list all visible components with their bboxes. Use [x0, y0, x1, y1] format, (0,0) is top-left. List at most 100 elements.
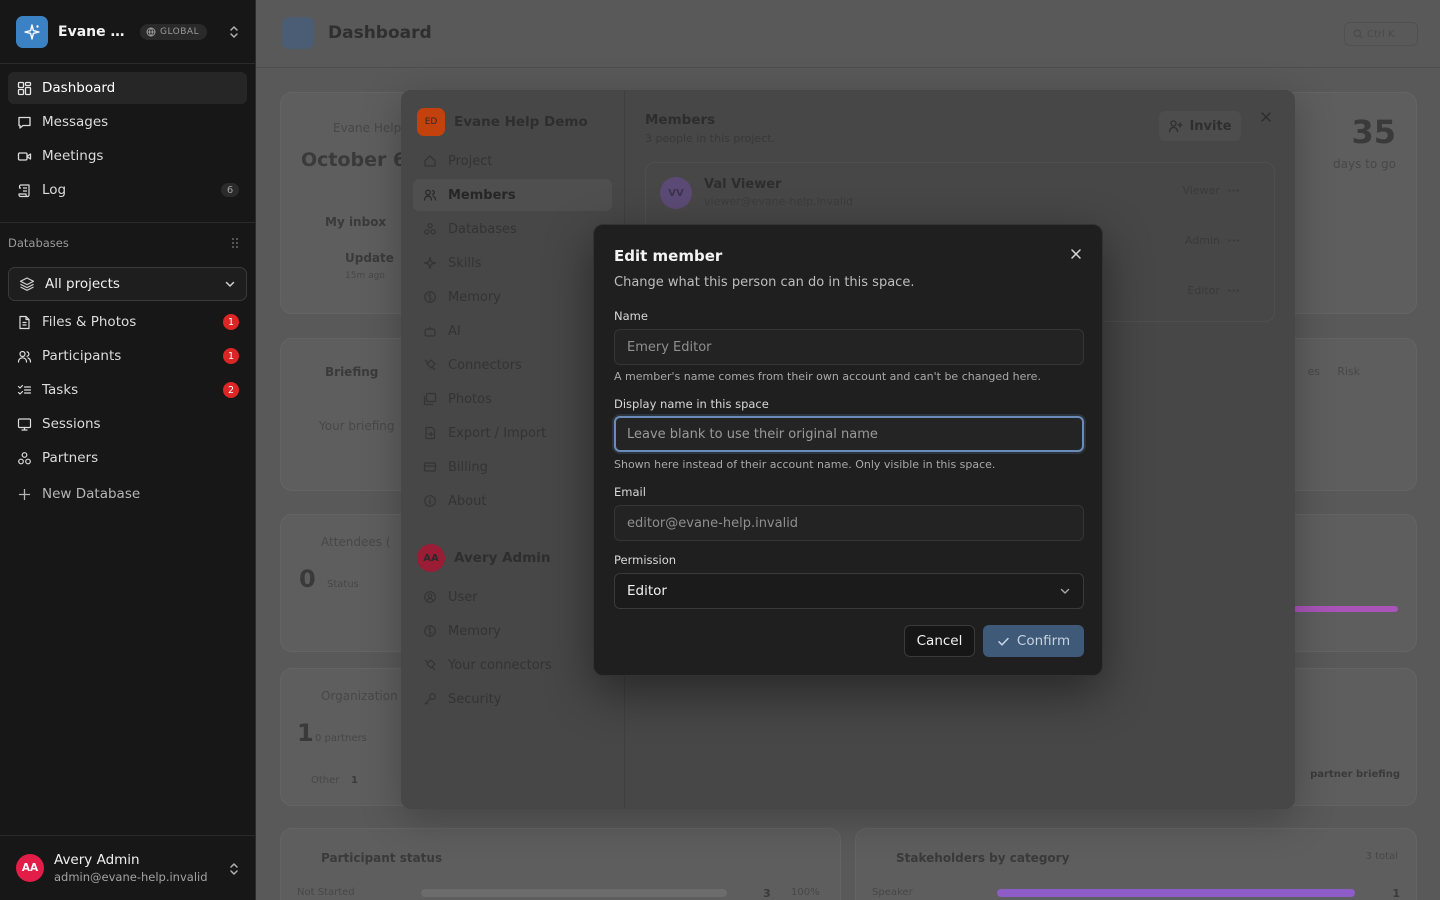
bot-icon [424, 326, 436, 337]
dialog-title: Edit member [614, 247, 723, 265]
organization-title: Organization [321, 689, 398, 703]
command-search-button[interactable]: Ctrl K [1344, 22, 1418, 46]
settings-item-ai[interactable]: AI [413, 315, 612, 347]
member-role-label: Viewer [1182, 184, 1220, 197]
participant-row-pct: 100% [791, 887, 820, 898]
participant-row-count: 3 [763, 887, 771, 900]
member-role[interactable]: Viewer ··· [1183, 184, 1240, 197]
settings-item-user-memory[interactable]: Memory [413, 615, 612, 647]
settings-item-label: Security [448, 691, 502, 707]
organization-count: 1 [297, 719, 314, 747]
settings-project-items: Project Members Databases Skills Memory … [413, 145, 612, 519]
nav-item-log[interactable]: Log 6 [8, 174, 247, 206]
settings-item-export-import[interactable]: Export / Import [413, 417, 612, 449]
settings-item-security[interactable]: Security [413, 683, 612, 715]
organization-other-count: 1 [351, 775, 358, 786]
settings-item-connectors[interactable]: Connectors [413, 349, 612, 381]
plug-icon [424, 659, 436, 671]
inbox-title: My inbox [325, 215, 387, 229]
settings-item-your-connectors[interactable]: Your connectors [413, 649, 612, 681]
member-role[interactable]: Admin ··· [1185, 234, 1240, 247]
edit-member-dialog: Edit member Change what this person can … [593, 224, 1103, 676]
info-icon [424, 495, 436, 507]
nav-item-label: Meetings [42, 148, 104, 164]
settings-user: AA Avery Admin [417, 544, 551, 572]
nav-item-messages[interactable]: Messages [8, 106, 247, 138]
settings-item-photos[interactable]: Photos [413, 383, 612, 415]
divider [0, 222, 256, 223]
monitor-icon [17, 417, 31, 431]
more-icon[interactable]: ··· [1227, 284, 1240, 297]
attendees-progress-bar [1294, 606, 1398, 612]
settings-item-billing[interactable]: Billing [413, 451, 612, 483]
home-icon [424, 155, 436, 167]
participant-status-title: Participant status [321, 851, 443, 865]
video-icon [17, 151, 31, 161]
cancel-button[interactable]: Cancel [904, 625, 975, 657]
users-icon [423, 189, 437, 201]
settings-item-databases[interactable]: Databases [413, 213, 612, 245]
name-hint: A member's name comes from their own acc… [614, 370, 1041, 383]
card-icon [423, 462, 437, 472]
settings-item-about[interactable]: About [413, 485, 612, 517]
close-icon[interactable] [1259, 110, 1273, 124]
sidebar: Evane Help Demo GLOBAL Dashboard Message… [0, 0, 256, 900]
member-role-label: Admin [1184, 234, 1220, 247]
settings-item-label: Billing [448, 459, 488, 475]
grip-icon[interactable] [230, 237, 240, 249]
export-icon [425, 426, 436, 440]
workspace-switcher[interactable]: Evane Help Demo GLOBAL [0, 0, 256, 64]
attendees-status: Status [327, 579, 359, 590]
project-select-value: All projects [45, 276, 120, 292]
settings-item-project[interactable]: Project [413, 145, 612, 177]
search-icon [1353, 29, 1363, 39]
settings-item-memory[interactable]: Memory [413, 281, 612, 313]
plus-icon [18, 488, 30, 500]
workspace-name: Evane Help Demo [58, 23, 134, 40]
user-menu[interactable]: AA Avery Admin admin@evane-help.invalid [0, 835, 256, 900]
settings-item-members[interactable]: Members [413, 179, 612, 211]
db-item-partners[interactable]: Partners [8, 442, 247, 474]
avatar: VV [660, 177, 692, 209]
more-icon[interactable]: ··· [1227, 184, 1240, 197]
nav-item-dashboard[interactable]: Dashboard [8, 72, 247, 104]
dashboard-grid-icon [17, 81, 31, 95]
db-item-files-photos[interactable]: Files & Photos 1 [8, 306, 247, 338]
sidebar-toggle-icon[interactable] [282, 17, 314, 49]
nav-item-label: Messages [42, 114, 109, 130]
sparkle-icon [423, 256, 437, 270]
permission-value: Editor [627, 583, 667, 599]
scope-badge-label: GLOBAL [160, 26, 200, 37]
members-header: Members 3 people in this project. [645, 112, 775, 145]
invite-button[interactable]: Invite [1159, 111, 1241, 141]
scope-badge: GLOBAL [140, 23, 208, 40]
settings-item-skills[interactable]: Skills [413, 247, 612, 279]
db-item-participants[interactable]: Participants 1 [8, 340, 247, 372]
settings-item-user[interactable]: User [413, 581, 612, 613]
stakeholders-row-bar [997, 889, 1355, 897]
member-email: viewer@evane-help.invalid [704, 195, 853, 208]
nav-item-meetings[interactable]: Meetings [8, 140, 247, 172]
close-icon[interactable] [1068, 246, 1084, 262]
stakeholders-card: Stakeholders by category 3 total Speaker… [855, 828, 1417, 900]
confirm-button[interactable]: Confirm [983, 625, 1084, 657]
settings-nav: ED Evane Help Demo Project Members Datab… [401, 90, 625, 809]
display-name-input[interactable] [614, 416, 1084, 452]
db-item-label: Partners [42, 450, 99, 466]
briefing-placeholder: Your briefing [319, 419, 395, 433]
partner-briefing-link[interactable]: partner briefing [1310, 769, 1400, 780]
project-select[interactable]: All projects [8, 267, 247, 301]
top-bar: Dashboard Ctrl K [256, 0, 1440, 68]
member-row[interactable]: VV Val Viewer viewer@evane-help.invalid … [660, 175, 1260, 211]
inbox-time: 15m ago [345, 271, 385, 281]
settings-item-label: Members [448, 187, 516, 203]
db-item-tasks[interactable]: Tasks 2 [8, 374, 247, 406]
more-icon[interactable]: ··· [1227, 234, 1240, 247]
new-database-button[interactable]: New Database [8, 478, 247, 510]
db-item-sessions[interactable]: Sessions [8, 408, 247, 440]
permission-select[interactable]: Editor [614, 573, 1084, 609]
main-nav: Dashboard Messages Meetings Log 6 [8, 72, 247, 208]
log-count-badge: 6 [221, 183, 239, 197]
permission-label: Permission [614, 553, 677, 567]
member-role[interactable]: Editor ··· [1187, 284, 1240, 297]
